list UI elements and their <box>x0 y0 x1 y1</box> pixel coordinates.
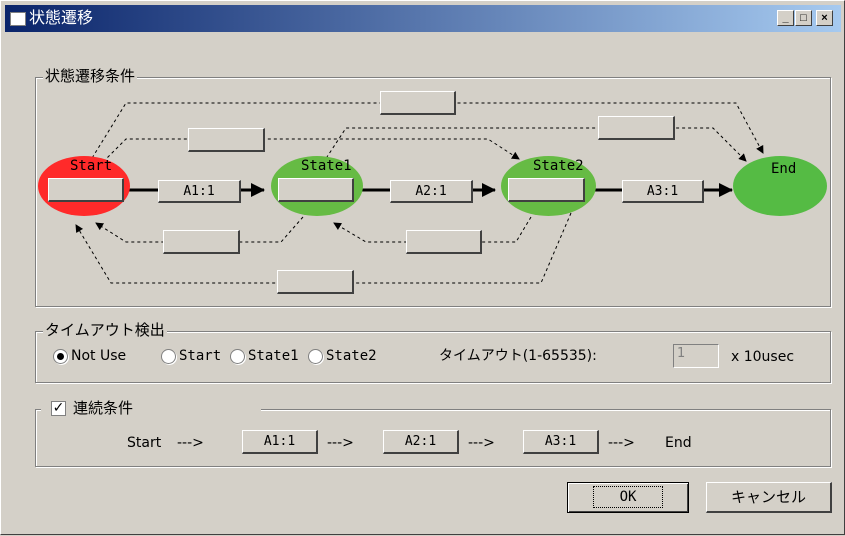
state2-to-state1-condition-button[interactable] <box>406 230 482 254</box>
radio-selected-dot <box>57 353 64 360</box>
radio-state2[interactable] <box>308 349 323 364</box>
dialog-window: 状態遷移 _ □ × 状態遷移条件 Start State1 State2 En… <box>0 0 845 535</box>
start-to-end-condition-button[interactable] <box>380 91 456 115</box>
start-to-state2-condition-button[interactable] <box>188 128 265 152</box>
sequence-checkbox[interactable]: ✓ <box>51 401 66 416</box>
sequence-arrow-1: ---> <box>177 435 204 451</box>
start-condition-button[interactable] <box>48 178 124 202</box>
timeout-group-legend: タイムアウト検出 <box>43 321 167 339</box>
sequence-step-a3-button[interactable]: A3:1 <box>523 430 599 454</box>
radio-not-use[interactable] <box>53 349 68 364</box>
sequence-step-a2-button[interactable]: A2:1 <box>383 430 459 454</box>
state2-condition-button[interactable] <box>508 178 585 202</box>
state-start-label: Start <box>70 158 113 174</box>
sequence-end-label: End <box>665 435 692 451</box>
state2-to-start-condition-button[interactable] <box>277 270 354 294</box>
sequence-step-a1-button[interactable]: A1:1 <box>242 430 318 454</box>
state-state2-label: State2 <box>533 158 584 174</box>
sequence-arrow-2: ---> <box>327 435 354 451</box>
timeout-value-field[interactable]: 1 <box>673 344 719 368</box>
sequence-group-legend: 連続条件 <box>71 399 136 417</box>
a1-transition-button[interactable]: A1:1 <box>158 180 241 203</box>
cancel-button[interactable]: キャンセル <box>706 482 832 513</box>
ok-button[interactable]: OK <box>567 482 689 513</box>
ok-button-label: OK <box>592 486 664 508</box>
state-end-label: End <box>771 161 797 177</box>
state1-condition-button[interactable] <box>278 178 354 202</box>
radio-not-use-label: Not Use <box>71 348 127 364</box>
radio-state2-label: State2 <box>326 348 377 364</box>
radio-start[interactable] <box>161 349 176 364</box>
radio-state1[interactable] <box>230 349 245 364</box>
a2-transition-button[interactable]: A2:1 <box>390 180 473 203</box>
state1-to-start-condition-button[interactable] <box>163 230 240 254</box>
sequence-start-label: Start <box>127 435 162 451</box>
a3-transition-button[interactable]: A3:1 <box>622 180 704 203</box>
radio-state1-label: State1 <box>248 348 299 364</box>
radio-start-label: Start <box>179 348 222 364</box>
sequence-arrow-3: ---> <box>468 435 495 451</box>
state-state1-label: State1 <box>301 158 352 174</box>
state1-to-end-condition-button[interactable] <box>598 116 675 140</box>
timeout-label: タイムアウト(1-65535): <box>439 348 597 364</box>
timeout-unit: x 10usec <box>731 349 795 365</box>
sequence-arrow-4: ---> <box>608 435 635 451</box>
